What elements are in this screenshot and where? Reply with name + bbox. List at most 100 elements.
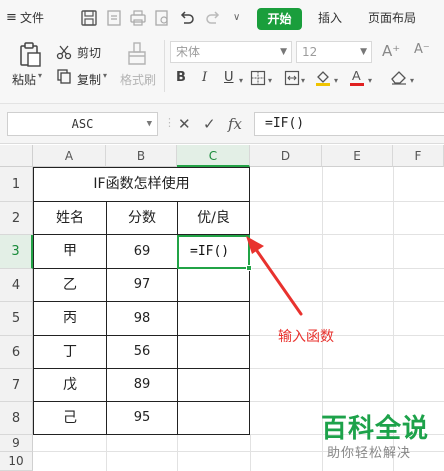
menu-bar: ≡ 文件 ∨ 开始 插入 页面布局: [0, 0, 444, 36]
row-header-8[interactable]: 8: [0, 402, 33, 435]
row-header-7[interactable]: 7: [0, 369, 33, 402]
font-size-select[interactable]: 12 ▼: [296, 41, 372, 63]
gridline: [250, 368, 444, 369]
clear-dropdown-icon[interactable]: ▾: [410, 76, 414, 85]
name-cell[interactable]: 甲: [34, 235, 106, 268]
name-cell[interactable]: 戊: [34, 369, 106, 401]
drag-handle-icon[interactable]: ⋮: [164, 116, 175, 129]
score-cell[interactable]: 98: [107, 302, 177, 335]
font-size-value: 12: [302, 45, 318, 59]
column-header-e[interactable]: E: [322, 145, 393, 167]
underline-icon[interactable]: U: [224, 70, 234, 85]
name-cell[interactable]: 己: [34, 402, 106, 434]
borders-dropdown-icon[interactable]: ▾: [268, 76, 272, 85]
score-cell[interactable]: 69: [107, 235, 177, 268]
name-cell[interactable]: 丙: [34, 302, 106, 335]
table-title[interactable]: IF函数怎样使用: [34, 168, 249, 201]
annotation-label: 输入函数: [278, 329, 334, 345]
tab-insert[interactable]: 插入: [318, 0, 342, 36]
copy-icon[interactable]: [56, 68, 72, 84]
name-box[interactable]: ASC ▼: [7, 112, 158, 136]
gridline: [250, 401, 444, 402]
svg-text:A: A: [352, 68, 361, 83]
copy-dropdown-icon[interactable]: ▾: [103, 71, 107, 80]
redo-icon[interactable]: [204, 9, 222, 27]
copy-button[interactable]: 复制: [77, 71, 101, 88]
name-cell[interactable]: 乙: [34, 269, 106, 301]
print-icon[interactable]: [129, 9, 147, 27]
print-preview-icon[interactable]: [153, 9, 171, 27]
paste-button[interactable]: 粘贴: [12, 71, 36, 88]
score-cell[interactable]: 97: [107, 269, 177, 301]
merge-cells-icon[interactable]: [284, 70, 300, 86]
name-box-value: ASC: [71, 117, 94, 131]
column-header-f[interactable]: F: [393, 145, 444, 167]
watermark-subtitle: 助你轻松解决: [327, 446, 412, 461]
header-score[interactable]: 分数: [107, 202, 177, 234]
tab-page-layout[interactable]: 页面布局: [368, 0, 416, 36]
score-cell[interactable]: 89: [107, 369, 177, 401]
ribbon-divider: [164, 40, 165, 92]
row-header-3[interactable]: 3: [0, 235, 33, 269]
watermark-title: 百科全说: [321, 414, 430, 444]
undo-icon[interactable]: [178, 9, 196, 27]
row-header-10[interactable]: 10: [0, 452, 33, 471]
save-icon[interactable]: [80, 9, 98, 27]
fill-color-dropdown-icon[interactable]: ▾: [334, 76, 338, 85]
column-header-c[interactable]: C: [177, 145, 250, 167]
hamburger-menu-icon[interactable]: ≡: [6, 0, 17, 36]
insert-function-icon[interactable]: fx: [228, 112, 242, 136]
annotation-arrow-icon: [246, 236, 303, 316]
gridline: [177, 435, 178, 471]
score-cell[interactable]: 56: [107, 336, 177, 368]
score-cell[interactable]: 95: [107, 402, 177, 434]
row-header-1[interactable]: 1: [0, 167, 33, 202]
bold-icon[interactable]: B: [176, 70, 186, 85]
select-all-corner[interactable]: [0, 145, 33, 167]
row-header-2[interactable]: 2: [0, 202, 33, 235]
font-name-value: 宋体: [176, 45, 201, 59]
confirm-check-icon[interactable]: ✓: [203, 112, 216, 136]
column-header-b[interactable]: B: [106, 145, 177, 167]
italic-icon[interactable]: I: [202, 70, 207, 85]
gridline: [250, 201, 444, 202]
paste-icon[interactable]: [18, 42, 42, 68]
column-header-a[interactable]: A: [33, 145, 106, 167]
header-grade[interactable]: 优/良: [178, 202, 249, 234]
decrease-font-size-icon[interactable]: A⁻: [414, 42, 430, 57]
row-header-5[interactable]: 5: [0, 302, 33, 336]
tab-start[interactable]: 开始: [257, 8, 302, 30]
paste-dropdown-icon[interactable]: ▾: [38, 71, 42, 80]
fill-color-icon[interactable]: [314, 68, 332, 86]
chevron-down-icon: ▼: [280, 47, 287, 57]
formula-input[interactable]: =IF(): [254, 112, 444, 136]
font-color-icon[interactable]: A: [348, 68, 366, 86]
eraser-icon[interactable]: [390, 69, 408, 85]
scissors-icon[interactable]: [56, 44, 72, 60]
chevron-down-icon: ▼: [360, 47, 367, 57]
merge-dropdown-icon[interactable]: ▾: [301, 76, 305, 85]
underline-dropdown-icon[interactable]: ▾: [239, 76, 243, 85]
file-menu[interactable]: 文件: [20, 0, 44, 36]
gridline: [250, 435, 251, 471]
row-header-9[interactable]: 9: [0, 435, 33, 452]
font-color-dropdown-icon[interactable]: ▾: [368, 76, 372, 85]
font-name-select[interactable]: 宋体 ▼: [170, 41, 292, 63]
export-pdf-icon[interactable]: [105, 9, 123, 27]
name-cell[interactable]: 丁: [34, 336, 106, 368]
cancel-icon[interactable]: ✕: [178, 112, 191, 136]
format-painter-button[interactable]: 格式刷: [120, 71, 156, 88]
borders-icon[interactable]: [250, 70, 266, 86]
row-header-4[interactable]: 4: [0, 269, 33, 302]
column-header-d[interactable]: D: [250, 145, 322, 167]
row-header-6[interactable]: 6: [0, 336, 33, 369]
table-border: [33, 434, 250, 435]
active-cell-text: =IF(): [190, 244, 230, 259]
cut-button[interactable]: 剪切: [77, 44, 101, 61]
gridline: [106, 435, 107, 471]
chevron-down-icon: ▼: [146, 119, 152, 129]
header-name[interactable]: 姓名: [34, 202, 106, 234]
quick-access-dropdown-icon[interactable]: ∨: [233, 0, 240, 36]
format-painter-icon[interactable]: [126, 42, 148, 66]
increase-font-size-icon[interactable]: A⁺: [382, 42, 400, 60]
